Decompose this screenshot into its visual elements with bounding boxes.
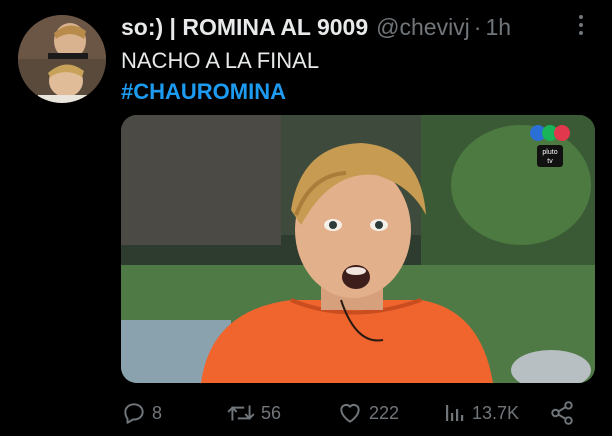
like-button[interactable]: 222 xyxy=(336,396,399,430)
tweet-text: NACHO A LA FINAL xyxy=(121,48,320,73)
svg-text:tv: tv xyxy=(547,158,553,165)
retweet-count: 56 xyxy=(261,402,282,423)
views-button[interactable]: 13.7K xyxy=(443,396,519,430)
retweet-button[interactable]: 56 xyxy=(226,396,281,430)
avatar[interactable] xyxy=(18,15,106,103)
separator-dot: · xyxy=(473,13,482,40)
like-count: 222 xyxy=(369,402,400,423)
retweet-icon xyxy=(227,405,255,421)
views-icon xyxy=(446,405,464,421)
display-name[interactable]: so:) | ROMINA AL 9009 xyxy=(121,14,368,41)
svg-text:pluto: pluto xyxy=(542,149,557,156)
tweet[interactable]: so:) | ROMINA AL 9009 @chevivj · 1h NACH… xyxy=(0,0,612,436)
view-count: 13.7K xyxy=(472,402,520,423)
avatar-image xyxy=(18,15,106,103)
media-photo: pluto tv xyxy=(121,115,595,383)
reply-icon xyxy=(124,403,144,424)
reply-button[interactable]: 8 xyxy=(121,396,162,430)
tv-dot-red xyxy=(554,125,570,141)
share-button[interactable] xyxy=(549,396,580,430)
action-bar: 8 56 222 13.7K xyxy=(121,396,581,430)
timestamp[interactable]: 1h xyxy=(485,14,511,41)
more-options-icon[interactable] xyxy=(570,11,592,39)
heart-icon xyxy=(340,403,360,423)
tweet-media-image[interactable]: pluto tv xyxy=(121,115,595,383)
hashtag-link[interactable]: #CHAUROMINA xyxy=(121,77,286,107)
user-handle[interactable]: @chevivj xyxy=(376,14,470,41)
tweet-header: so:) | ROMINA AL 9009 @chevivj · 1h xyxy=(121,10,511,44)
share-icon xyxy=(551,401,573,425)
reply-count: 8 xyxy=(152,402,163,423)
